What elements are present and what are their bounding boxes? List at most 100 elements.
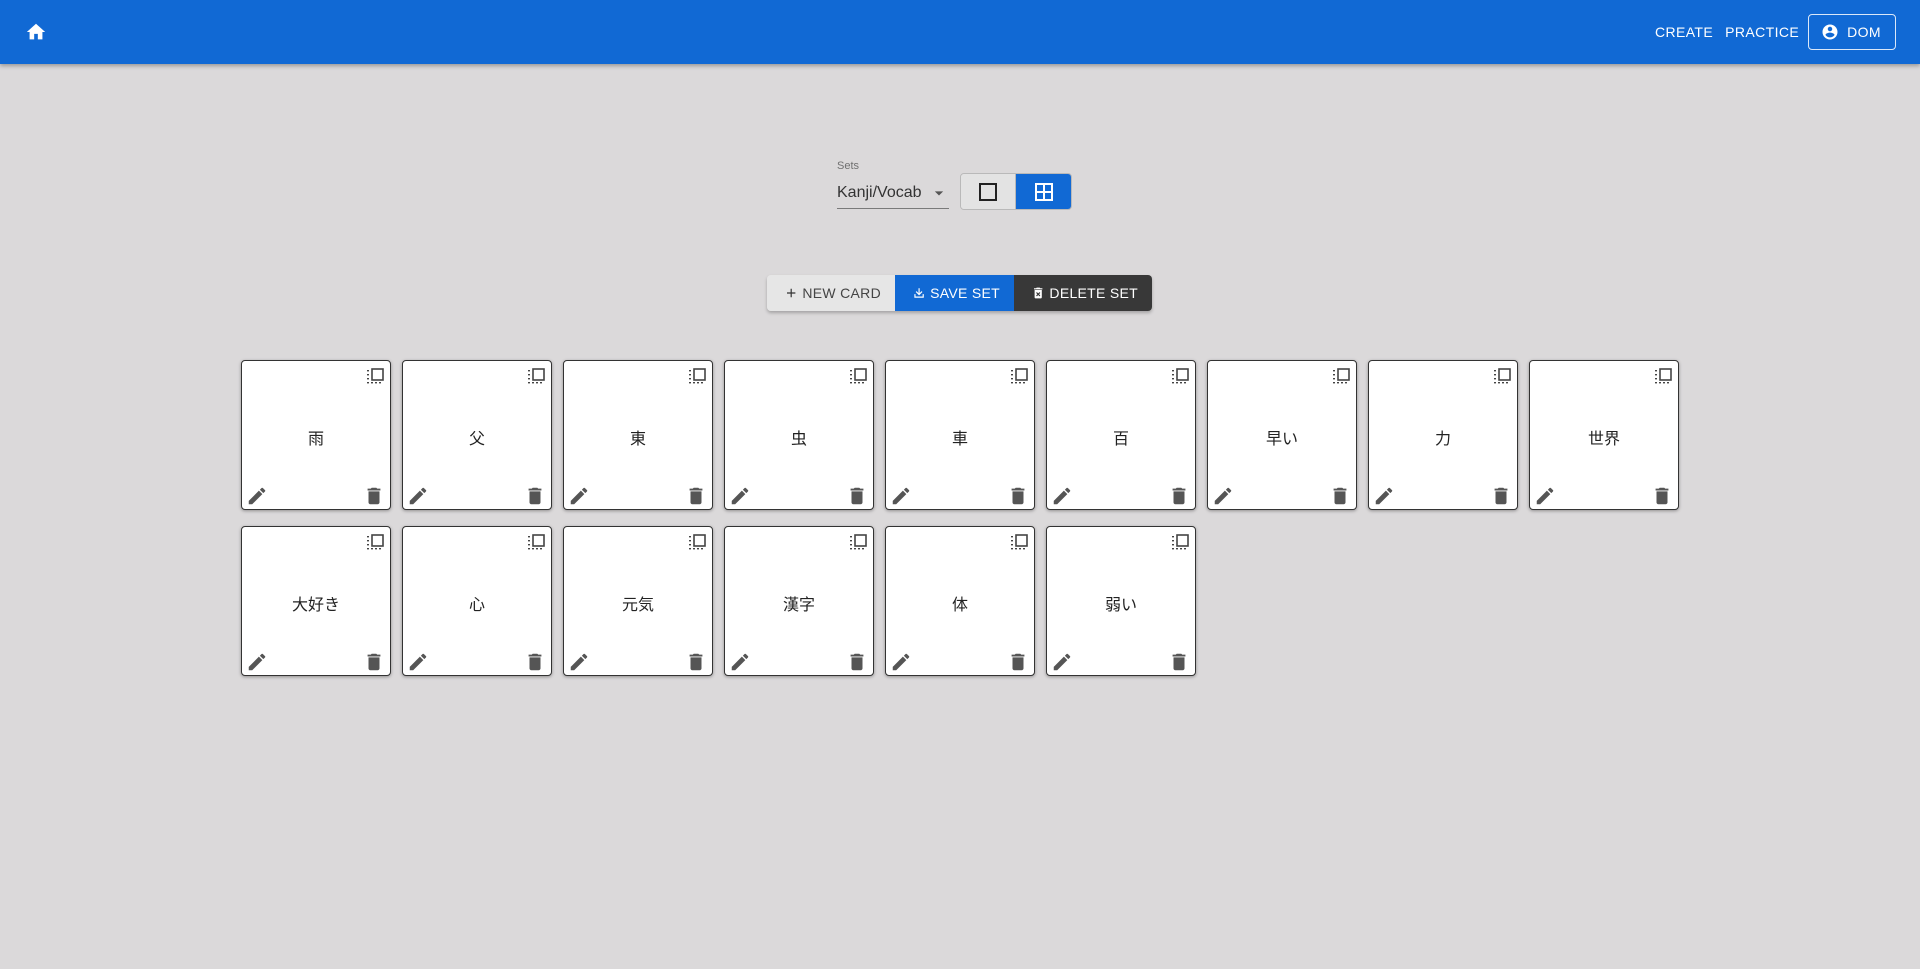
- card-select-button[interactable]: [1009, 366, 1029, 386]
- card-delete-button[interactable]: [524, 651, 546, 673]
- card-delete-button[interactable]: [846, 485, 868, 507]
- card-delete-button[interactable]: [1490, 485, 1512, 507]
- flashcard[interactable]: 早い: [1207, 360, 1357, 510]
- pencil-icon: [248, 487, 266, 505]
- select-box-icon: [1172, 534, 1189, 550]
- flashcard[interactable]: 心: [402, 526, 552, 676]
- card-select-button[interactable]: [1653, 366, 1673, 386]
- card-select-button[interactable]: [526, 366, 546, 386]
- create-link[interactable]: CREATE: [1652, 16, 1716, 48]
- card-delete-button[interactable]: [1168, 485, 1190, 507]
- card-term: 雨: [307, 429, 324, 448]
- grid-view-icon: [1034, 182, 1053, 201]
- grid-view-toggle[interactable]: [1016, 174, 1071, 209]
- download-icon: [914, 288, 924, 298]
- card-select-button[interactable]: [687, 532, 707, 552]
- card-term: 早い: [1265, 429, 1298, 448]
- select-box-icon: [689, 368, 706, 384]
- card-select-button[interactable]: [1170, 366, 1190, 386]
- new-card-button[interactable]: NEW CARD: [767, 275, 895, 311]
- trash-icon: [1655, 487, 1669, 505]
- flashcard[interactable]: 父: [402, 360, 552, 510]
- trash-icon: [1333, 487, 1347, 505]
- card-delete-button[interactable]: [363, 651, 385, 673]
- flashcard[interactable]: 力: [1368, 360, 1518, 510]
- flashcard[interactable]: 体: [885, 526, 1035, 676]
- flashcard[interactable]: 元気: [563, 526, 713, 676]
- flashcard[interactable]: 虫: [724, 360, 874, 510]
- card-term: 百: [1112, 429, 1129, 448]
- pencil-icon: [731, 653, 749, 671]
- card-edit-button[interactable]: [407, 485, 429, 507]
- delete-set-button[interactable]: DELETE SET: [1014, 275, 1152, 311]
- trash-icon: [1011, 487, 1025, 505]
- card-edit-button[interactable]: [729, 485, 751, 507]
- card-delete-button[interactable]: [1651, 485, 1673, 507]
- flashcard[interactable]: 世界: [1529, 360, 1679, 510]
- card-delete-button[interactable]: [1007, 651, 1029, 673]
- trash-icon: [367, 487, 381, 505]
- card-term: 世界: [1587, 429, 1620, 448]
- card-edit-button[interactable]: [246, 651, 268, 673]
- card-select-button[interactable]: [1009, 532, 1029, 552]
- card-select-button[interactable]: [848, 366, 868, 386]
- user-name: DOM: [1847, 24, 1881, 40]
- save-set-button[interactable]: SAVE SET: [895, 275, 1014, 311]
- plus-icon: [786, 288, 796, 298]
- card-edit-button[interactable]: [890, 651, 912, 673]
- home-button[interactable]: [18, 14, 54, 50]
- card-edit-button[interactable]: [1051, 485, 1073, 507]
- card-delete-button[interactable]: [1168, 651, 1190, 673]
- flashcard[interactable]: 百: [1046, 360, 1196, 510]
- flashcard[interactable]: 車: [885, 360, 1035, 510]
- card-term: 力: [1434, 429, 1451, 448]
- card-delete-button[interactable]: [1329, 485, 1351, 507]
- home-icon: [26, 23, 46, 40]
- practice-link[interactable]: PRACTICE: [1722, 16, 1802, 48]
- card-delete-button[interactable]: [846, 651, 868, 673]
- sets-label: Sets: [837, 160, 860, 172]
- card-edit-button[interactable]: [1212, 485, 1234, 507]
- card-edit-button[interactable]: [568, 651, 590, 673]
- card-delete-button[interactable]: [685, 651, 707, 673]
- card-select-button[interactable]: [848, 532, 868, 552]
- flashcard[interactable]: 弱い: [1046, 526, 1196, 676]
- select-box-icon: [367, 368, 384, 384]
- card-edit-button[interactable]: [1534, 485, 1556, 507]
- card-delete-button[interactable]: [363, 485, 385, 507]
- card-edit-button[interactable]: [1373, 485, 1395, 507]
- flashcard[interactable]: 大好き: [241, 526, 391, 676]
- card-select-button[interactable]: [365, 366, 385, 386]
- card-select-button[interactable]: [365, 532, 385, 552]
- sets-select[interactable]: Kanji/Vocab: [837, 177, 949, 209]
- user-menu-button[interactable]: DOM: [1808, 14, 1896, 50]
- card-delete-button[interactable]: [1007, 485, 1029, 507]
- card-delete-button[interactable]: [524, 485, 546, 507]
- flashcard[interactable]: 漢字: [724, 526, 874, 676]
- select-box-icon: [1011, 368, 1028, 384]
- card-term: 大好き: [291, 595, 340, 614]
- card-edit-button[interactable]: [246, 485, 268, 507]
- card-edit-button[interactable]: [568, 485, 590, 507]
- select-box-icon: [850, 368, 867, 384]
- card-select-button[interactable]: [1170, 532, 1190, 552]
- card-select-button[interactable]: [526, 532, 546, 552]
- card-delete-button[interactable]: [685, 485, 707, 507]
- card-select-button[interactable]: [687, 366, 707, 386]
- card-select-button[interactable]: [1331, 366, 1351, 386]
- pencil-icon: [1375, 487, 1393, 505]
- card-select-button[interactable]: [1492, 366, 1512, 386]
- single-view-toggle[interactable]: [961, 174, 1016, 209]
- pencil-icon: [1053, 487, 1071, 505]
- pencil-icon: [1214, 487, 1232, 505]
- flashcard[interactable]: 東: [563, 360, 713, 510]
- card-term: 元気: [621, 595, 654, 614]
- card-edit-button[interactable]: [407, 651, 429, 673]
- card-edit-button[interactable]: [890, 485, 912, 507]
- card-term: 漢字: [782, 595, 815, 614]
- card-edit-button[interactable]: [729, 651, 751, 673]
- delete-set-label: DELETE SET: [1049, 285, 1138, 301]
- card-edit-button[interactable]: [1051, 651, 1073, 673]
- flashcard[interactable]: 雨: [241, 360, 391, 510]
- trash-icon: [528, 653, 542, 671]
